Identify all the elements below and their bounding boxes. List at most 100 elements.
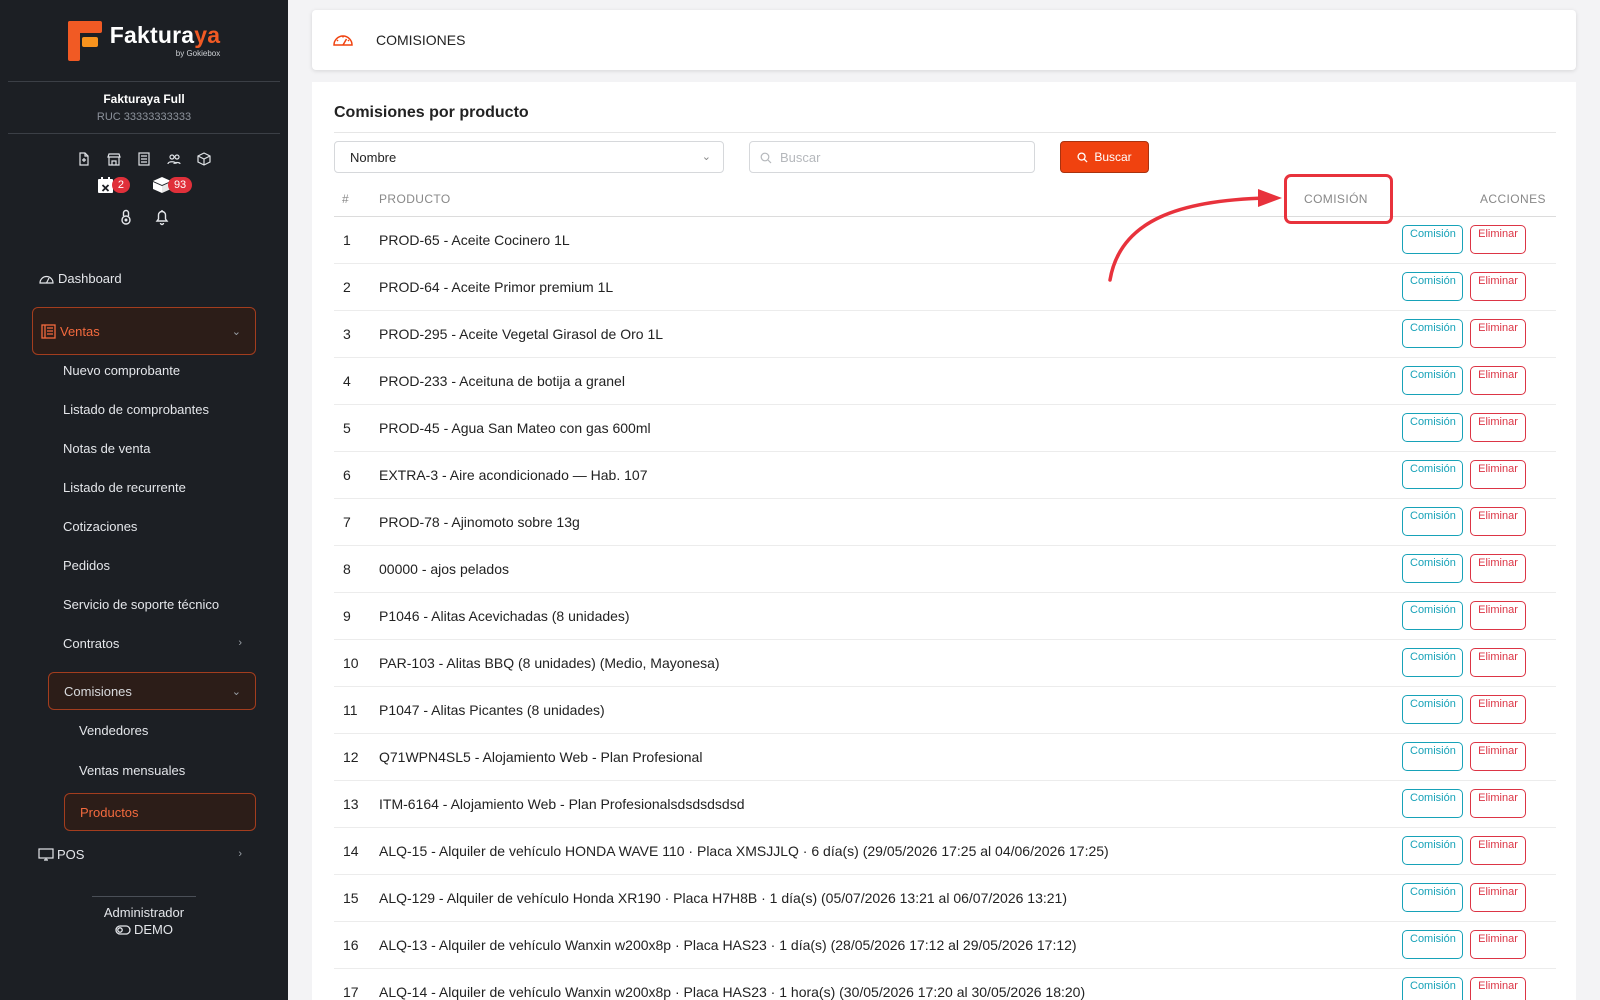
delete-button[interactable]: Eliminar <box>1470 883 1526 912</box>
products-table-body: 1 PROD-65 - Aceite Cocinero 1L Comisión Eli… <box>334 217 1556 1000</box>
company-ruc: RUC 33333333333 <box>96 111 192 123</box>
delete-button[interactable]: Eliminar <box>1470 319 1526 348</box>
list-icon[interactable] <box>137 152 151 166</box>
store-icon[interactable] <box>107 152 121 166</box>
delete-button[interactable]: Eliminar <box>1470 977 1526 1000</box>
commission-button[interactable]: Comisión <box>1402 554 1463 583</box>
delete-button[interactable]: Eliminar <box>1470 225 1526 254</box>
row-product: PROD-65 - Aceite Cocinero 1L <box>379 232 570 248</box>
row-product: ALQ-13 - Alquiler de vehículo Wanxin w20… <box>379 937 1077 953</box>
commission-button[interactable]: Comisión <box>1402 319 1463 348</box>
delete-button[interactable]: Eliminar <box>1470 648 1526 677</box>
bell-icon[interactable] <box>153 208 171 226</box>
delete-button[interactable]: Eliminar <box>1470 413 1526 442</box>
commission-button[interactable]: Comisión <box>1402 789 1463 818</box>
commission-button[interactable]: Comisión <box>1402 742 1463 771</box>
page-title: COMISIONES <box>376 32 466 48</box>
delete-button[interactable]: Eliminar <box>1470 836 1526 865</box>
sidebar-item-comisiones[interactable]: Comisiones ⌄ <box>48 672 256 710</box>
delete-button[interactable]: Eliminar <box>1470 695 1526 724</box>
table-row: 17 ALQ-14 - Alquiler de vehículo Wanxin w… <box>334 969 1556 1000</box>
delete-button[interactable]: Eliminar <box>1470 601 1526 630</box>
sidebar-item-label: Servicio de soporte técnico <box>63 596 220 612</box>
search-button[interactable]: Buscar <box>1060 141 1149 173</box>
ledger-icon <box>41 323 56 339</box>
delete-button[interactable]: Eliminar <box>1470 272 1526 301</box>
commission-button[interactable]: Comisión <box>1402 460 1463 489</box>
chevron-down-icon: ⌄ <box>231 325 241 338</box>
filter-select[interactable]: Nombre ⌄ <box>334 141 724 173</box>
commission-button[interactable]: Comisión <box>1402 507 1463 536</box>
delete-button[interactable]: Eliminar <box>1470 554 1526 583</box>
calendar-badge: 2 <box>111 177 130 193</box>
commission-button[interactable]: Comisión <box>1402 225 1463 254</box>
delete-button[interactable]: Eliminar <box>1470 366 1526 395</box>
boxes-alerts[interactable]: 93 <box>152 176 193 194</box>
sidebar-item-listado-comprobantes[interactable]: Listado de comprobantes <box>63 399 209 419</box>
row-number: 16 <box>343 937 359 953</box>
sidebar-item-soporte-tecnico[interactable]: Servicio de soporte técnico <box>63 594 219 614</box>
sidebar-item-pos[interactable]: POS › <box>38 844 256 864</box>
sidebar-item-ventas[interactable]: Ventas ⌄ <box>32 307 256 355</box>
commission-button[interactable]: Comisión <box>1402 272 1463 301</box>
delete-button[interactable]: Eliminar <box>1470 930 1526 959</box>
commission-button[interactable]: Comisión <box>1402 601 1463 630</box>
divider <box>334 132 1556 133</box>
row-number: 13 <box>343 796 359 812</box>
commission-button[interactable]: Comisión <box>1402 366 1463 395</box>
table-row: 1 PROD-65 - Aceite Cocinero 1L Comisión Eli… <box>334 217 1556 264</box>
users-icon[interactable] <box>167 152 181 166</box>
commission-button[interactable]: Comisión <box>1402 977 1463 1000</box>
filter-select-value: Nombre <box>350 150 397 165</box>
gauge-icon <box>333 35 353 46</box>
sidebar-item-label: Notas de venta <box>63 440 151 456</box>
row-product: PROD-78 - Ajinomoto sobre 13g <box>379 514 580 530</box>
company-info: Fakturaya Full RUC 33333333333 <box>8 82 280 134</box>
brand-logo[interactable]: Fakturaya by Gokiebox <box>8 0 280 82</box>
commission-button[interactable]: Comisión <box>1402 930 1463 959</box>
table-row: 8 00000 - ajos pelados Comisión Eliminar <box>334 546 1556 593</box>
row-number: 7 <box>343 514 351 530</box>
row-product: P1047 - Alitas Picantes (8 unidades) <box>379 702 605 718</box>
notification-badges: 2 93 <box>0 176 288 194</box>
row-number: 15 <box>343 890 359 906</box>
sidebar-item-label: Dashboard <box>58 270 122 286</box>
sidebar-item-ventas-mensuales[interactable]: Ventas mensuales <box>79 760 185 780</box>
delete-button[interactable]: Eliminar <box>1470 742 1526 771</box>
commission-button[interactable]: Comisión <box>1402 883 1463 912</box>
commission-button[interactable]: Comisión <box>1402 836 1463 865</box>
sidebar-item-nuevo-comprobante[interactable]: Nuevo comprobante <box>63 360 180 380</box>
commission-button[interactable]: Comisión <box>1402 413 1463 442</box>
delete-button[interactable]: Eliminar <box>1470 507 1526 536</box>
row-product: ALQ-14 - Alquiler de vehículo Wanxin w20… <box>379 984 1086 1000</box>
delete-button[interactable]: Eliminar <box>1470 460 1526 489</box>
new-document-icon[interactable] <box>77 152 91 166</box>
row-product: ALQ-15 - Alquiler de vehículo HONDA WAVE… <box>379 843 1109 859</box>
search-input[interactable] <box>749 141 1035 173</box>
user-mode[interactable]: DEMO <box>0 922 288 937</box>
sidebar-item-listado-recurrente[interactable]: Listado de recurrente <box>63 477 186 497</box>
row-number: 5 <box>343 420 351 436</box>
row-number: 1 <box>343 232 351 248</box>
box-icon[interactable] <box>197 152 211 166</box>
sidebar-item-notas-venta[interactable]: Notas de venta <box>63 438 150 458</box>
header-actions: ACCIONES <box>1480 192 1546 206</box>
sidebar-item-contratos[interactable]: Contratos › <box>63 633 256 653</box>
sidebar-item-label: Productos <box>80 804 139 820</box>
table-row: 4 PROD-233 - Aceituna de botija a granel C… <box>334 358 1556 405</box>
row-number: 10 <box>343 655 359 671</box>
gauge-icon <box>39 275 54 284</box>
calendar-alerts[interactable]: 2 <box>96 176 130 194</box>
sidebar-item-productos[interactable]: Productos <box>64 793 256 831</box>
chevron-down-icon: ⌄ <box>701 151 711 163</box>
sidebar-item-vendedores[interactable]: Vendedores <box>79 720 148 740</box>
sidebar: Fakturaya by Gokiebox Fakturaya Full RUC… <box>0 0 288 1000</box>
row-number: 9 <box>343 608 351 624</box>
sidebar-item-dashboard[interactable]: Dashboard <box>38 268 122 288</box>
delete-button[interactable]: Eliminar <box>1470 789 1526 818</box>
sidebar-item-pedidos[interactable]: Pedidos <box>63 555 110 575</box>
commission-button[interactable]: Comisión <box>1402 648 1463 677</box>
sidebar-item-cotizaciones[interactable]: Cotizaciones <box>63 516 137 536</box>
commission-button[interactable]: Comisión <box>1402 695 1463 724</box>
lock-icon[interactable] <box>117 208 135 226</box>
